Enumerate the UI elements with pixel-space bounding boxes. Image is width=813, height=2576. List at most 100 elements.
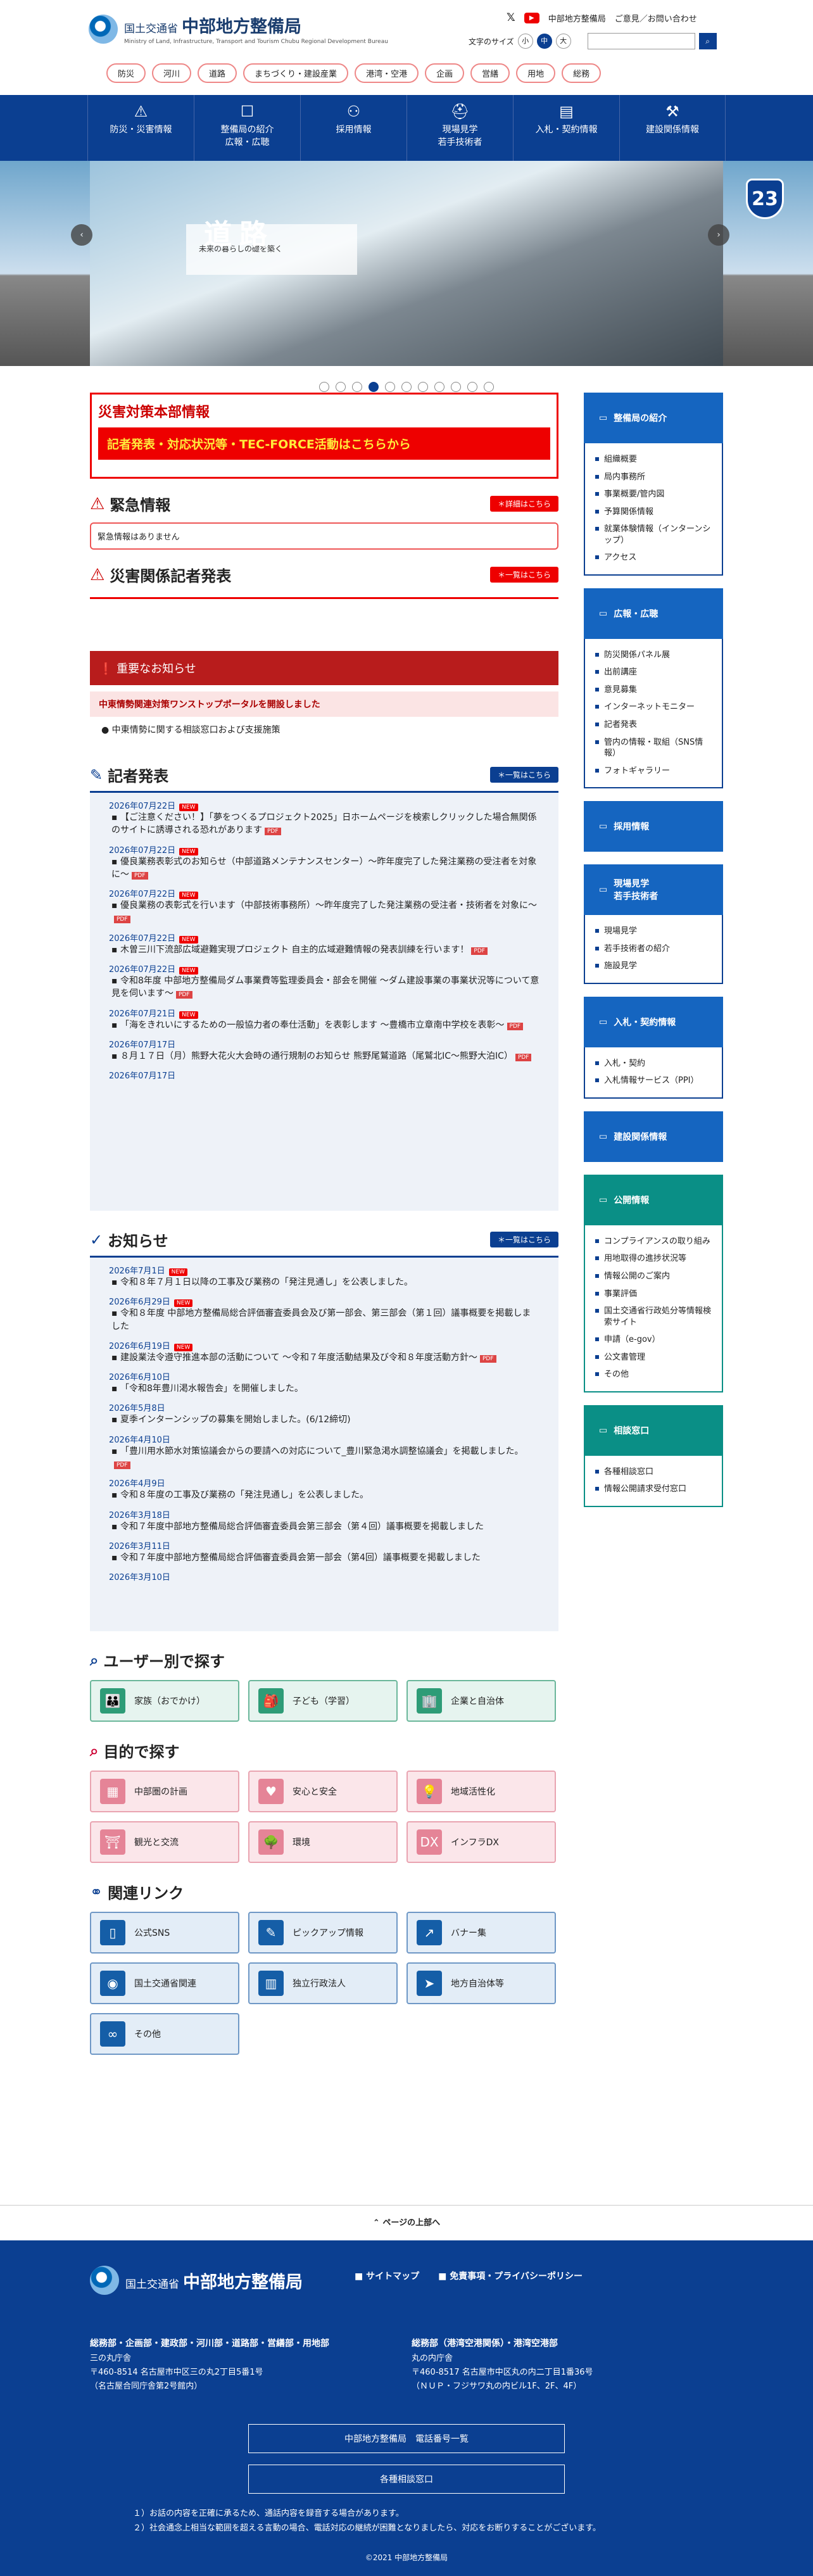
sidebar-link[interactable]: 申請（e-gov） bbox=[595, 1331, 712, 1349]
carousel-dot[interactable] bbox=[467, 382, 477, 392]
list-item[interactable]: 2026年07月22日 NEW ▪ 木曽三川下流部広域避難実現プロジェクト 自主的広… bbox=[109, 931, 539, 956]
item-title-text[interactable]: 建設業法令遵守推進本部の活動について ～令和７年度活動結果及び令和８年度活動方針… bbox=[120, 1353, 477, 1363]
carousel-dot[interactable] bbox=[418, 382, 428, 392]
related-label[interactable]: 国土交通省関連 bbox=[134, 1977, 196, 1990]
footer-logo[interactable]: 国土交通省 中部地方整備局 bbox=[90, 2266, 303, 2295]
purpose-button-0[interactable]: ▦ 中部圏の計画 bbox=[90, 1771, 239, 1812]
purpose-button-5[interactable]: DX インフラDX bbox=[406, 1821, 556, 1863]
back-to-top-button[interactable]: ⌃ ページの上部へ bbox=[0, 2205, 813, 2240]
sidebar-heading-2[interactable]: ▭ 採用情報 bbox=[584, 801, 723, 852]
important-item[interactable]: ● 中東情勢に関する相談窓口および支援施策 bbox=[90, 717, 558, 742]
sidebar-link[interactable]: 情報公開請求受付窓口 bbox=[595, 1481, 712, 1498]
purpose-label[interactable]: 環境 bbox=[293, 1836, 310, 1848]
tweet-link[interactable]: 中部地方整備局 bbox=[548, 12, 606, 24]
item-title-text[interactable]: 令和７年度中部地方整備局総合評価審査委員会第三部会（第４回）議事概要を掲載しまし… bbox=[120, 1522, 484, 1532]
item-title-text[interactable]: 木曽三川下流部広域避難実現プロジェクト 自主的広域避難情報の発表訓練を行います！ bbox=[120, 945, 469, 955]
category-1[interactable]: 河川 bbox=[152, 63, 192, 83]
item-title[interactable]: ▪ 建設業法令遵守推進本部の活動について ～令和７年度活動結果及び令和８年度活動… bbox=[109, 1351, 539, 1364]
users-button-2[interactable]: 🏢 企業と自治体 bbox=[406, 1680, 556, 1722]
disaster-press-more-button[interactable]: ＊一覧はこちら bbox=[489, 567, 558, 583]
item-title[interactable]: ▪ 優良業務の表彰式を行います（中部技術事務所）～昨年度完了した発注業務の受注者… bbox=[109, 899, 539, 925]
related-button-3[interactable]: ◉ 国土交通省関連 bbox=[90, 1962, 239, 2004]
font-size-medium[interactable]: 中 bbox=[536, 34, 552, 49]
sidebar-link[interactable]: 用地取得の進捗状況等 bbox=[595, 1250, 712, 1268]
sidebar-link[interactable]: 若手技術者の紹介 bbox=[595, 940, 712, 958]
sidebar-link[interactable]: 管内の情報・取組（SNS情報） bbox=[595, 734, 712, 762]
list-item[interactable]: 2026年4月9日 ▪ 令和８年度の工事及び業務の「発注見通し」を公表しました。 bbox=[109, 1477, 539, 1501]
hero-slide[interactable]: 未来の暮らしの礎を築く 道路 bbox=[90, 161, 723, 366]
item-title[interactable]: ▪ 優良業務表彰式のお知らせ（中部道路メンテナンスセンター）～昨年度完了した発注… bbox=[109, 856, 539, 881]
gnav-item-1[interactable]: ☐ 整備局の紹介 広報・広聴 bbox=[194, 95, 300, 161]
sidebar-heading-label[interactable]: 広報・広聴 bbox=[614, 607, 658, 620]
privacy-link[interactable]: ■ 免責事項・プライバシーポリシー bbox=[438, 2270, 583, 2282]
gnav-label[interactable]: 防災・災害情報 bbox=[110, 125, 172, 135]
sidebar-heading-label[interactable]: 採用情報 bbox=[614, 820, 649, 833]
purpose-button-4[interactable]: 🌳 環境 bbox=[248, 1821, 398, 1863]
sidebar-link[interactable]: インターネットモニター bbox=[595, 698, 712, 716]
purpose-label[interactable]: インフラDX bbox=[451, 1836, 499, 1848]
list-item[interactable]: 2026年07月17日 bbox=[109, 1069, 539, 1081]
list-item[interactable]: 2026年6月29日 NEW ▪ 令和８年度 中部地方整備局総合評価審査委員会及び第… bbox=[109, 1295, 539, 1333]
item-title-text[interactable]: 令和８年７月１日以降の工事及び業務の「発注見通し」を公表しました。 bbox=[120, 1277, 413, 1287]
phone-list-button[interactable]: 中部地方整備局 電話番号一覧 bbox=[248, 2424, 565, 2453]
important-item-text[interactable]: 中東情勢に関する相談窓口および支援施策 bbox=[112, 725, 280, 735]
item-title[interactable]: ▪ 令和８年度の工事及び業務の「発注見通し」を公表しました。 bbox=[109, 1489, 539, 1501]
sitemap-link[interactable]: ■ サイトマップ bbox=[355, 2270, 419, 2282]
category-7[interactable]: 用地 bbox=[516, 63, 556, 83]
item-title[interactable]: ▪ 令和７年度中部地方整備局総合評価審査委員会第三部会（第４回）議事概要を掲載し… bbox=[109, 1520, 539, 1533]
gnav-item-2[interactable]: ⚇ 採用情報 bbox=[300, 95, 406, 161]
item-title-text[interactable]: 「海をきれいにするための一般協力者の奉仕活動」を表彰します ～豊橋市立章南中学校… bbox=[120, 1020, 505, 1030]
users-label[interactable]: 家族（おでかけ） bbox=[134, 1695, 205, 1707]
sidebar-link[interactable]: 入札・契約 bbox=[595, 1055, 712, 1073]
font-size-large[interactable]: 大 bbox=[555, 34, 571, 49]
sidebar-link[interactable]: 公文書管理 bbox=[595, 1349, 712, 1367]
related-label[interactable]: ピックアップ情報 bbox=[293, 1926, 363, 1939]
related-label[interactable]: その他 bbox=[134, 2028, 161, 2040]
sidebar-link[interactable]: 局内事務所 bbox=[595, 469, 712, 486]
item-title-text[interactable]: 優良業務の表彰式を行います（中部技術事務所）～昨年度完了した発注業務の受注者・技… bbox=[120, 900, 537, 911]
gnav-label[interactable]: 整備局の紹介 広報・広聴 bbox=[221, 125, 274, 148]
disaster-hq-link[interactable]: 記者発表・対応状況等・TEC-FORCE活動はこちらから bbox=[98, 427, 550, 460]
item-title[interactable]: ▪ 「令和8年豊川渇水報告会」を開催しました。 bbox=[109, 1382, 539, 1395]
carousel-dot[interactable] bbox=[319, 382, 329, 392]
sidebar-link[interactable]: 各種相談窓口 bbox=[595, 1463, 712, 1481]
youtube-icon[interactable]: ▶ bbox=[524, 12, 539, 23]
purpose-label[interactable]: 観光と交流 bbox=[134, 1836, 179, 1848]
carousel-dot[interactable] bbox=[484, 382, 494, 392]
list-item[interactable]: 2026年07月21日 NEW ▪ 「海をきれいにするための一般協力者の奉仕活動」を… bbox=[109, 1007, 539, 1032]
item-title[interactable]: ▪ 「豊川用水節水対策協議会からの要請への対応について_豊川緊急渇水調整協議会」… bbox=[109, 1445, 539, 1471]
item-title[interactable]: ▪ 夏季インターンシップの募集を開始しました。(6/12締切) bbox=[109, 1413, 539, 1426]
list-item[interactable]: 2026年4月10日 ▪ 「豊川用水節水対策協議会からの要請への対応について_豊川… bbox=[109, 1433, 539, 1471]
item-title[interactable]: ▪ 令和８年７月１日以降の工事及び業務の「発注見通し」を公表しました。 bbox=[109, 1276, 539, 1289]
carousel-dot[interactable] bbox=[401, 382, 412, 392]
sidebar-heading-label[interactable]: 相談窓口 bbox=[614, 1424, 649, 1437]
gnav-item-3[interactable]: ⛑ 現場見学 若手技術者 bbox=[406, 95, 513, 161]
site-logo[interactable]: 国土交通省 中部地方整備局 Ministry of Land, Infrastru… bbox=[89, 13, 388, 45]
list-item[interactable]: 2026年7月1日 NEW ▪ 令和８年７月１日以降の工事及び業務の「発注見通し」を… bbox=[109, 1264, 539, 1289]
list-item[interactable]: 2026年07月22日 NEW ▪ 【ご注意ください！】「夢をつくるプロジェクト20… bbox=[109, 799, 539, 837]
sidebar-heading-label[interactable]: 整備局の紹介 bbox=[614, 412, 667, 424]
purpose-label[interactable]: 地域活性化 bbox=[451, 1785, 495, 1798]
sidebar-link[interactable]: 事業評価 bbox=[595, 1285, 712, 1303]
sidebar-link[interactable]: 記者発表 bbox=[595, 716, 712, 734]
sidebar-link[interactable]: 現場見学 bbox=[595, 923, 712, 940]
list-item[interactable]: 2026年3月11日 ▪ 令和７年度中部地方整備局総合評価審査委員会第一部会（第4… bbox=[109, 1539, 539, 1564]
category-4[interactable]: 港湾・空港 bbox=[355, 63, 419, 83]
sidebar-link[interactable]: アクセス bbox=[595, 549, 712, 567]
consult-button[interactable]: 各種相談窓口 bbox=[248, 2465, 565, 2494]
next-arrow-icon[interactable]: › bbox=[708, 224, 729, 246]
sidebar-link[interactable]: 意見募集 bbox=[595, 681, 712, 699]
sidebar-heading-5[interactable]: ▭ 建設関係情報 bbox=[584, 1111, 723, 1162]
gnav-label[interactable]: 採用情報 bbox=[336, 125, 372, 135]
carousel-dot-active[interactable] bbox=[369, 382, 379, 392]
category-3[interactable]: まちづくり・建設産業 bbox=[243, 63, 349, 83]
item-title-text[interactable]: 「令和8年豊川渇水報告会」を開催しました。 bbox=[120, 1384, 303, 1394]
related-button-0[interactable]: ▯ 公式SNS bbox=[90, 1912, 239, 1954]
item-title[interactable]: ▪ 木曽三川下流部広域避難実現プロジェクト 自主的広域避難情報の発表訓練を行いま… bbox=[109, 944, 539, 956]
gnav-label[interactable]: 建設関係情報 bbox=[646, 125, 699, 135]
purpose-button-2[interactable]: 💡 地域活性化 bbox=[406, 1771, 556, 1812]
related-button-5[interactable]: ➤ 地方自治体等 bbox=[406, 1962, 556, 2004]
sidebar-heading-4[interactable]: ▭ 入札・契約情報 bbox=[584, 996, 723, 1047]
carousel-dot[interactable] bbox=[451, 382, 461, 392]
related-label[interactable]: 地方自治体等 bbox=[451, 1977, 504, 1990]
